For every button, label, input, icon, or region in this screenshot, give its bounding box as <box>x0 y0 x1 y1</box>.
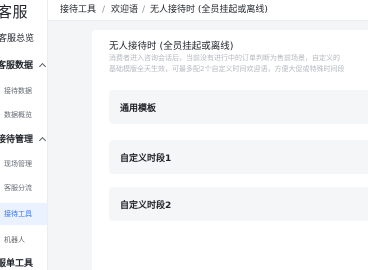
sidebar-item-overview[interactable]: 客服总览 <box>0 33 34 45</box>
breadcrumb-separator: / <box>102 5 106 15</box>
breadcrumb: 接待工具 / 欢迎语 / 无人接待时 (全员挂起或离线) <box>48 0 368 21</box>
app-root: 客服 客服总览 客服数据 接待数据 数据概览 接待管理 现场管理 客服分流 接待… <box>0 0 368 270</box>
section-label: 通用模板 <box>120 104 157 114</box>
chevron-up-icon[interactable] <box>38 62 47 71</box>
sidebar-group-ticket-tools[interactable]: 服单工具 <box>0 258 33 270</box>
sidebar-item-reception-data[interactable]: 接待数据 <box>4 85 32 97</box>
sidebar: 客服 客服总览 客服数据 接待数据 数据概览 接待管理 现场管理 客服分流 接待… <box>0 0 48 270</box>
breadcrumb-item-welcome[interactable]: 欢迎语 <box>111 4 138 16</box>
sidebar-group-reception[interactable]: 接待管理 <box>0 134 33 146</box>
brand-title: 客服 <box>0 3 29 21</box>
sidebar-item-robot[interactable]: 机器人 <box>4 234 25 246</box>
section-custom-period-1[interactable]: 自定义时段1 <box>109 140 368 174</box>
breadcrumb-item-reception-tools[interactable]: 接待工具 <box>60 4 96 16</box>
sidebar-item-routing[interactable]: 客服分流 <box>4 182 32 194</box>
page-title: 无人接待时 (全员挂起或离线) <box>109 41 234 52</box>
section-label: 自定义时段2 <box>120 201 172 211</box>
sidebar-item-reception-tools[interactable]: 接待工具 <box>0 203 47 225</box>
section-label: 自定义时段1 <box>120 154 172 164</box>
description-line-1: 消费者进入咨询会话后，当前没有进行中的订单判断为售前场景，自定义的 <box>109 54 340 62</box>
breadcrumb-separator: / <box>142 5 146 15</box>
main-panel: 无人接待时 (全员挂起或离线) 消费者进入咨询会话后，当前没有进行中的订单判断为… <box>92 30 368 270</box>
sidebar-item-label: 接待工具 <box>4 210 32 218</box>
sidebar-item-site-manage[interactable]: 现场管理 <box>4 158 32 170</box>
chevron-up-icon[interactable] <box>38 136 47 145</box>
section-custom-period-2[interactable]: 自定义时段2 <box>109 187 368 221</box>
breadcrumb-current: 无人接待时 (全员挂起或离线) <box>150 5 268 15</box>
sidebar-item-data-overview[interactable]: 数据概览 <box>4 109 32 121</box>
sidebar-group-data[interactable]: 客服数据 <box>0 60 33 72</box>
description-line-2: 基础模版全天生效，可最多配2个自定义时间欢迎语，方便大促或特殊时间段 <box>109 65 345 73</box>
section-general-template[interactable]: 通用模板 <box>109 90 368 124</box>
